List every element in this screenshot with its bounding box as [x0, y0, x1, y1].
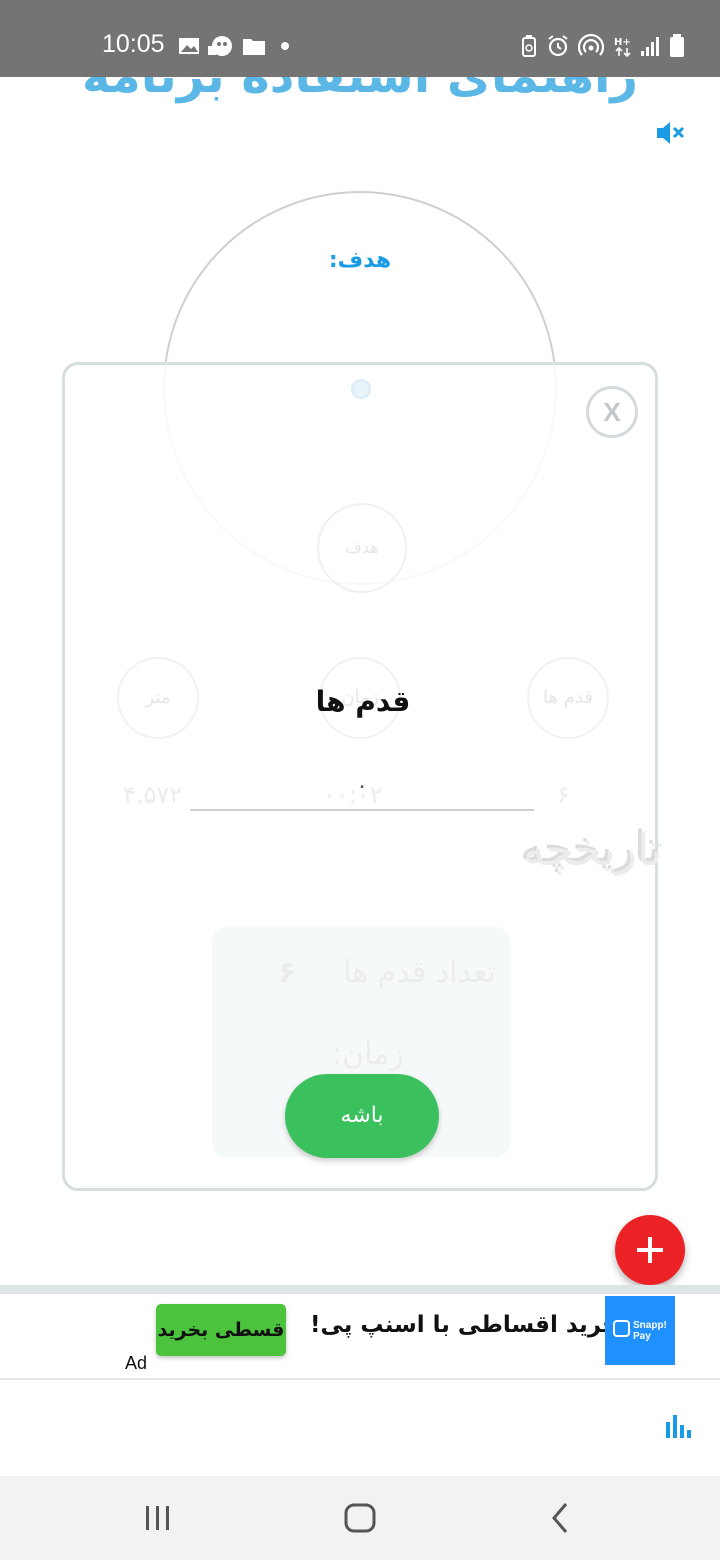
- ad-label: Ad: [125, 1353, 148, 1373]
- network-hplus-icon: H+: [614, 37, 631, 58]
- system-nav-bar: [0, 1476, 720, 1560]
- card-steps-text: تعداد قدم ها: [343, 955, 496, 990]
- bottom-divider: [0, 1378, 720, 1380]
- notification-dot: [281, 42, 289, 50]
- battery-saver-icon: [522, 35, 536, 57]
- snapp-pay-icon: [613, 1320, 630, 1337]
- faint-goal-button: هدف: [317, 503, 407, 593]
- ad-buy-button[interactable]: قسطی بخرید: [156, 1304, 286, 1356]
- back-icon[interactable]: [548, 1500, 572, 1536]
- goal-label: هدف:: [328, 248, 392, 273]
- home-icon[interactable]: [342, 1500, 378, 1536]
- faint-steps-circle: قدم ها: [527, 657, 609, 739]
- dialog-title: قدم ها: [315, 685, 411, 718]
- card-steps-value: ۶: [278, 955, 297, 990]
- app-mascot-icon: [208, 36, 232, 56]
- faint-history-text: تاریخچه: [523, 825, 663, 876]
- faint-meters-value: ۴.۵۷۲: [123, 781, 183, 809]
- status-bar: 10:05 H+: [0, 0, 720, 77]
- steps-input[interactable]: [190, 763, 534, 811]
- snapp-pay-logo[interactable]: Snapp! Pay: [605, 1296, 675, 1365]
- folder-icon: [243, 39, 265, 55]
- close-button[interactable]: X: [586, 386, 638, 438]
- alarm-icon: [548, 35, 568, 57]
- stats-chart-icon[interactable]: [664, 1412, 692, 1440]
- faint-steps-value: ۶: [557, 781, 570, 809]
- gallery-icon: [179, 38, 199, 54]
- battery-icon: [670, 34, 684, 57]
- faint-meters-circle: متر: [117, 657, 199, 739]
- ok-button[interactable]: باشه: [285, 1074, 439, 1158]
- mute-icon[interactable]: [654, 117, 686, 149]
- svg-text:H+: H+: [614, 37, 631, 48]
- status-time: 10:05: [102, 30, 165, 58]
- card-time-text: زمان:: [332, 1037, 404, 1072]
- faint-center-dot: [351, 379, 371, 399]
- ad-text[interactable]: خرید اقساطی با اسنپ پی!: [310, 1312, 619, 1338]
- steps-dialog: هدف متر زمان قدم ها ۴.۵۷۲ ۰۰:۰۲ ۶ تاریخچ…: [62, 362, 663, 1191]
- recent-apps-icon[interactable]: [142, 1500, 174, 1536]
- divider: [0, 1285, 720, 1294]
- signal-icon: [641, 37, 659, 56]
- hotspot-icon: [578, 34, 604, 56]
- add-fab-button[interactable]: [615, 1215, 685, 1285]
